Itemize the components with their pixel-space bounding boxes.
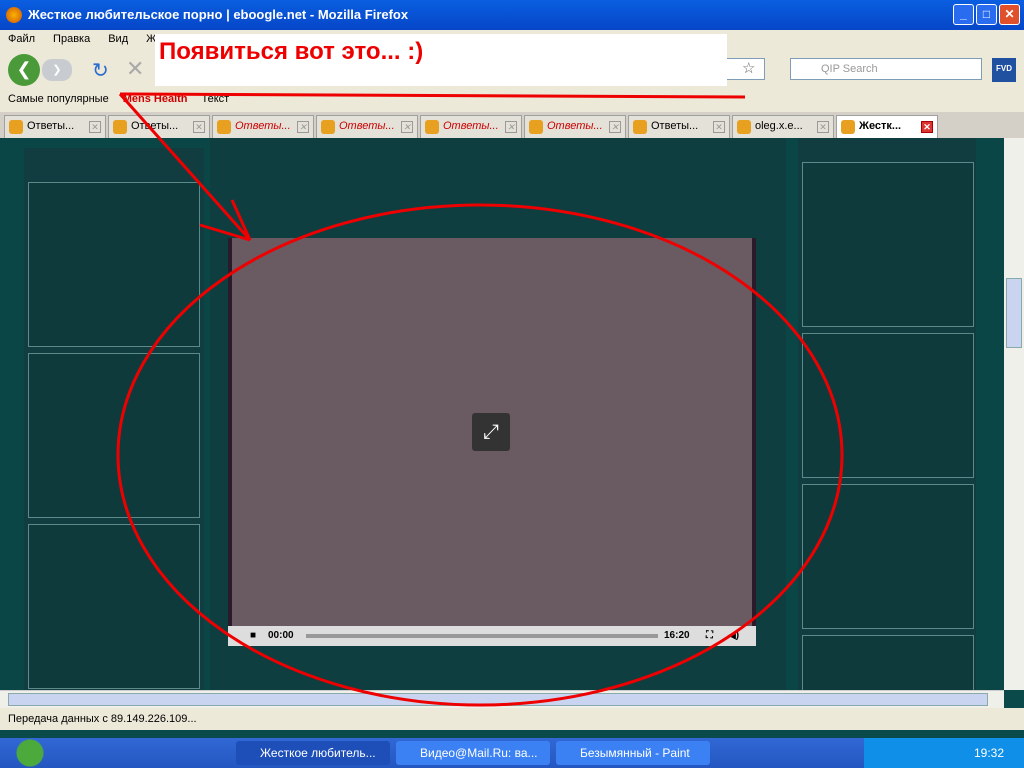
tab-label: Ответы... [27,120,75,132]
clock: 19:32 [974,746,1005,760]
tab-favicon-icon [633,120,647,134]
tab-label: Ответы... [651,120,699,132]
tab-close-icon[interactable]: ✕ [297,121,309,133]
stop-icon[interactable]: ✕ [126,56,144,82]
tab-3[interactable]: Ответы... ✕ [316,115,418,138]
tab-label: Ответы... [443,120,499,132]
tab-strip: Ответы... ✕ Ответы... ✕ Ответы... ✕ Ответы... ✕… [0,112,1024,138]
progress-bar[interactable] [306,634,658,638]
status-bar: Передача данных с 89.149.226.109... [0,708,1024,730]
tab-close-icon[interactable]: ✕ [505,121,517,133]
content-card[interactable] [802,162,974,327]
tab-5[interactable]: Ответы... ✕ [524,115,626,138]
tab-close-icon[interactable]: ✕ [89,121,101,133]
tab-label: Ответы... [339,120,395,132]
bookmark-mens-health[interactable]: Mens Health [123,93,188,107]
taskbar-item-paint[interactable]: Безымянный - Paint [556,741,710,765]
left-column [24,148,204,693]
tab-close-icon[interactable]: ✕ [713,121,725,133]
tab-favicon-icon [425,120,439,134]
tab-close-icon[interactable]: ✕ [401,121,413,133]
tab-7[interactable]: oleg.x.e... ✕ [732,115,834,138]
annotation-text: Появиться вот это... :) [155,34,727,86]
tab-label: Жестк... [859,120,902,132]
fullscreen-button[interactable]: ⛶ [706,630,713,641]
back-button[interactable]: ❮ [8,54,40,86]
firefox-icon [6,7,22,23]
maximize-button[interactable]: □ [976,4,997,25]
window-title: Жесткое любительское порно | eboogle.net… [28,7,409,22]
vertical-scrollbar[interactable] [1004,138,1024,690]
tab-close-icon[interactable]: ✕ [817,121,829,133]
tab-0[interactable]: Ответы... ✕ [4,115,106,138]
system-tray: 19:32 [864,738,1024,768]
tab-label: Ответы... [131,120,179,132]
stop-button[interactable]: ■ [250,630,256,641]
tab-close-icon[interactable]: ✕ [193,121,205,133]
menu-view[interactable]: Вид [108,33,128,47]
tab-favicon-icon [529,120,543,134]
tab-label: Ответы... [547,120,603,132]
content-card[interactable] [802,333,974,478]
window-titlebar: Жесткое любительское порно | eboogle.net… [0,0,1024,30]
reload-icon[interactable]: ↻ [92,58,109,83]
tab-favicon-icon [737,120,751,134]
content-card[interactable] [28,524,200,689]
player-controls: ■ 00:00 16:20 ⛶ ◀) [228,626,756,646]
close-button[interactable]: ✕ [999,4,1020,25]
right-column [798,138,976,695]
taskbar-item-mail-video[interactable]: Видео@Mail.Ru: ва... [396,741,550,765]
minimize-button[interactable]: _ [953,4,974,25]
tab-close-icon[interactable]: ✕ [609,121,621,133]
horizontal-scrollbar[interactable] [0,690,1004,708]
menu-edit[interactable]: Правка [53,33,90,47]
search-input[interactable]: QIP Search [790,58,982,80]
video-player[interactable]: ⤢ ■ 00:00 16:20 ⛶ ◀) [228,238,756,646]
tab-8[interactable]: Жестк... ✕ [836,115,938,138]
tab-label: oleg.x.e... [755,120,803,132]
tab-6[interactable]: Ответы... ✕ [628,115,730,138]
content-card[interactable] [802,484,974,629]
volume-icon[interactable]: ◀) [728,630,739,641]
bookmark-text[interactable]: Текст [202,93,230,107]
current-time: 00:00 [268,630,294,641]
bookmark-star-icon[interactable]: ☆ [742,59,755,77]
menu-file[interactable]: Файл [8,33,35,47]
bookmarks-bar: Самые популярные Mens Health Текст [0,88,1024,112]
tab-favicon-icon [321,120,335,134]
fullscreen-icon[interactable]: ⤢ [472,413,510,451]
content-card[interactable] [28,182,200,347]
tab-4[interactable]: Ответы... ✕ [420,115,522,138]
tab-2[interactable]: Ответы... ✕ [212,115,314,138]
tab-favicon-icon [841,120,855,134]
taskbar: Жесткое любитель... Видео@Mail.Ru: ва...… [0,738,1024,768]
tab-label: Ответы... [235,120,291,132]
tab-favicon-icon [9,120,23,134]
duration: 16:20 [664,630,690,641]
tab-1[interactable]: Ответы... ✕ [108,115,210,138]
content-card[interactable] [802,635,974,695]
tab-close-icon[interactable]: ✕ [921,121,933,133]
forward-button[interactable]: ❯ [42,59,72,81]
tab-favicon-icon [217,120,231,134]
taskbar-item-firefox[interactable]: Жесткое любитель... [236,741,390,765]
content-card[interactable] [28,353,200,518]
start-button[interactable] [0,738,60,768]
tab-favicon-icon [113,120,127,134]
fvd-icon[interactable]: FVD [992,58,1016,82]
bookmark-popular[interactable]: Самые популярные [8,93,109,107]
